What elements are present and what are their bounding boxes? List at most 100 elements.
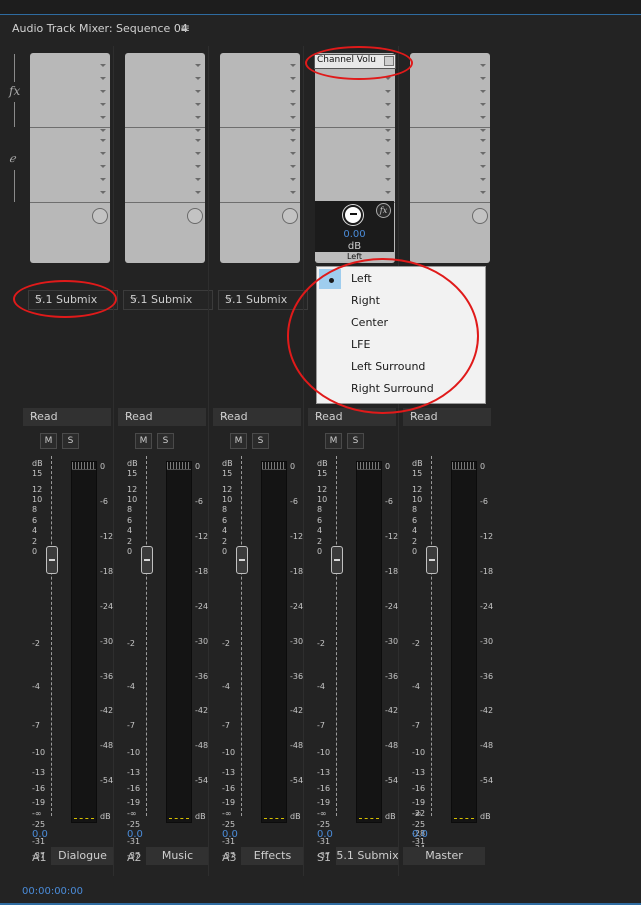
send-slot-arrow-icon[interactable]	[195, 165, 201, 168]
effect-slot-arrow-icon[interactable]	[100, 103, 106, 106]
menu-item-right[interactable]: Right	[351, 294, 380, 307]
effect-slot-arrow-icon[interactable]	[195, 129, 201, 132]
pan-knob-icon[interactable]	[187, 208, 203, 224]
fader-track[interactable]	[336, 456, 339, 816]
effect-slot-arrow-icon[interactable]	[195, 90, 201, 93]
track-volume-value[interactable]: 0.0	[412, 829, 428, 840]
effect-slot-arrow-icon[interactable]	[100, 129, 106, 132]
send-slot-arrow-icon[interactable]	[290, 152, 296, 155]
track-name[interactable]: Effects	[241, 847, 304, 865]
effect-slot-arrow-icon[interactable]	[290, 103, 296, 106]
fader-track[interactable]	[146, 456, 149, 816]
solo-button[interactable]: S	[252, 433, 269, 449]
effect-slot-arrow-icon[interactable]	[195, 64, 201, 67]
output-select[interactable]: 5.1 Submix ⌵	[123, 290, 213, 310]
automation-mode-select[interactable]: Read ⌵	[213, 408, 301, 426]
send-slot-arrow-icon[interactable]	[385, 191, 391, 194]
send-slot-arrow-icon[interactable]	[480, 191, 486, 194]
send-slot-arrow-icon[interactable]	[480, 165, 486, 168]
send-slot-arrow-icon[interactable]	[385, 152, 391, 155]
effects-slots[interactable]	[125, 53, 205, 263]
knob-value[interactable]: 0.00	[315, 229, 394, 240]
effects-slots[interactable]	[220, 53, 300, 263]
fader-track[interactable]	[241, 456, 244, 816]
effect-slot-arrow-icon[interactable]	[385, 77, 391, 80]
track-name[interactable]: 5.1 Submix	[336, 847, 399, 865]
send-slot-arrow-icon[interactable]	[195, 178, 201, 181]
fader-handle[interactable]	[236, 546, 248, 574]
solo-button[interactable]: S	[347, 433, 364, 449]
channel-volume-dropdown-button[interactable]	[384, 56, 394, 66]
fader-handle[interactable]	[141, 546, 153, 574]
channel-selector[interactable]: Left	[315, 252, 394, 261]
track-name[interactable]: Music	[146, 847, 209, 865]
automation-mode-select[interactable]: Read ⌵	[308, 408, 396, 426]
track-volume-value[interactable]: 0.0	[222, 829, 238, 840]
fader-handle[interactable]	[331, 546, 343, 574]
timecode[interactable]: 00:00:00:00	[22, 886, 83, 897]
send-slot-arrow-icon[interactable]	[480, 139, 486, 142]
send-slot-arrow-icon[interactable]	[480, 178, 486, 181]
effect-slot-arrow-icon[interactable]	[480, 103, 486, 106]
effect-slot-arrow-icon[interactable]	[385, 90, 391, 93]
fader-track[interactable]	[51, 456, 54, 816]
mute-button[interactable]: M	[325, 433, 342, 449]
effect-slot-arrow-icon[interactable]	[290, 129, 296, 132]
panel-menu-icon[interactable]: ≡	[180, 21, 190, 35]
menu-item-lfe[interactable]: LFE	[351, 338, 370, 351]
menu-item-left-surround[interactable]: Left Surround	[351, 360, 425, 373]
effect-slot-arrow-icon[interactable]	[385, 129, 391, 132]
fx-bypass-icon[interactable]: fx	[376, 203, 391, 218]
output-select[interactable]: 5.1 Submix ⌵	[28, 290, 118, 310]
meter-peak-indicator[interactable]	[167, 462, 191, 470]
effect-slot-arrow-icon[interactable]	[195, 77, 201, 80]
send-slot-arrow-icon[interactable]	[100, 165, 106, 168]
send-slot-arrow-icon[interactable]	[290, 178, 296, 181]
send-slot-arrow-icon[interactable]	[290, 139, 296, 142]
effect-slot-arrow-icon[interactable]	[100, 116, 106, 119]
effect-slot-arrow-icon[interactable]	[100, 90, 106, 93]
effect-slot-arrow-icon[interactable]	[480, 77, 486, 80]
effect-slot-arrow-icon[interactable]	[290, 77, 296, 80]
menu-item-center[interactable]: Center	[351, 316, 388, 329]
track-volume-value[interactable]: 0.0	[32, 829, 48, 840]
send-slot-arrow-icon[interactable]	[480, 152, 486, 155]
send-slot-arrow-icon[interactable]	[290, 191, 296, 194]
send-slot-arrow-icon[interactable]	[195, 152, 201, 155]
mute-button[interactable]: M	[40, 433, 57, 449]
effect-slot-arrow-icon[interactable]	[290, 90, 296, 93]
fader-track[interactable]	[431, 456, 434, 816]
send-slot-arrow-icon[interactable]	[385, 165, 391, 168]
volume-knob[interactable]	[343, 205, 363, 225]
fader-handle[interactable]	[426, 546, 438, 574]
send-slot-arrow-icon[interactable]	[385, 139, 391, 142]
send-slot-arrow-icon[interactable]	[290, 165, 296, 168]
send-slot-arrow-icon[interactable]	[385, 178, 391, 181]
track-volume-value[interactable]: 0.0	[317, 829, 333, 840]
effect-slot-arrow-icon[interactable]	[480, 64, 486, 67]
effect-slot-arrow-icon[interactable]	[290, 116, 296, 119]
automation-mode-select[interactable]: Read ⌵	[403, 408, 491, 426]
track-name[interactable]: Dialogue	[51, 847, 114, 865]
track-volume-value[interactable]: 0.0	[127, 829, 143, 840]
send-slot-arrow-icon[interactable]	[100, 191, 106, 194]
meter-peak-indicator[interactable]	[357, 462, 381, 470]
mute-button[interactable]: M	[230, 433, 247, 449]
effect-slot-arrow-icon[interactable]	[195, 103, 201, 106]
fader-handle[interactable]	[46, 546, 58, 574]
effect-slot-arrow-icon[interactable]	[100, 77, 106, 80]
menu-item-right-surround[interactable]: Right Surround	[351, 382, 434, 395]
channel-volume-dropdown[interactable]: Channel Volu	[314, 54, 396, 69]
pan-knob-icon[interactable]	[92, 208, 108, 224]
send-slot-arrow-icon[interactable]	[100, 152, 106, 155]
solo-button[interactable]: S	[157, 433, 174, 449]
menu-item-left[interactable]: Left	[351, 272, 372, 285]
send-slot-arrow-icon[interactable]	[100, 139, 106, 142]
track-name-master[interactable]: Master	[403, 847, 485, 865]
effect-slot-arrow-icon[interactable]	[100, 64, 106, 67]
pan-knob-icon[interactable]	[282, 208, 298, 224]
send-slot-arrow-icon[interactable]	[195, 139, 201, 142]
solo-button[interactable]: S	[62, 433, 79, 449]
automation-mode-select[interactable]: Read ⌵	[23, 408, 111, 426]
effect-slot-arrow-icon[interactable]	[480, 116, 486, 119]
